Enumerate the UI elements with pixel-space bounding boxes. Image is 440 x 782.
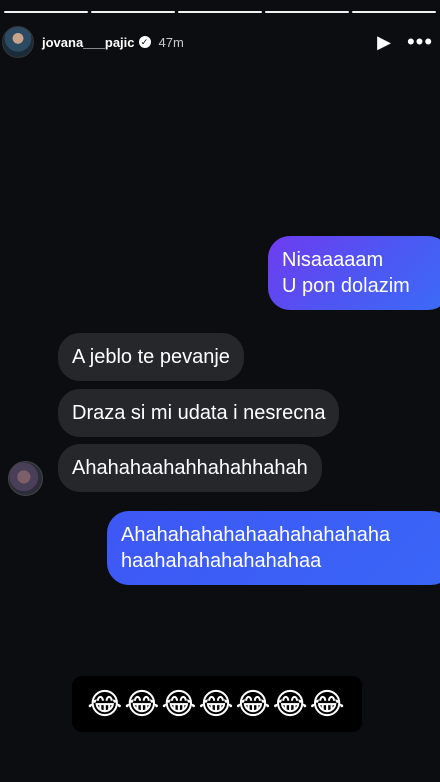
verified-badge-icon: ✓ (138, 36, 151, 48)
story-progress-bar (4, 11, 436, 14)
progress-segment (352, 11, 436, 13)
laughing-emoji-icon: 😂😂😂😂😂😂😂 (87, 687, 347, 721)
emoji-sticker: 😂😂😂😂😂😂😂 (72, 676, 362, 732)
post-time: 47m (158, 34, 184, 50)
progress-segment (91, 11, 175, 13)
username[interactable]: jovana___pajic (42, 35, 135, 50)
sent-message-bubble: Nisaaaaam U pon dolazim (268, 236, 440, 310)
received-message-bubble: A jeblo te pevanje (58, 333, 244, 381)
progress-segment (265, 11, 349, 13)
play-icon[interactable]: ▶ (370, 32, 398, 53)
received-message-bubble: Ahahahaahahhahahhahah (58, 444, 322, 492)
message-text: A jeblo te pevanje (72, 346, 230, 368)
sender-avatar (8, 461, 43, 496)
progress-segment (178, 11, 262, 13)
message-text: Nisaaaaam U pon dolazim (282, 249, 410, 297)
story-header: jovana___pajic ✓ 47m ▶ ••• (2, 26, 434, 58)
profile-avatar[interactable] (2, 26, 34, 58)
received-message-bubble: Draza si mi udata i nesrecna (58, 389, 340, 437)
message-text: Draza si mi udata i nesrecna (72, 402, 326, 424)
more-options-icon[interactable]: ••• (406, 29, 434, 55)
progress-segment (4, 11, 88, 13)
message-text: Ahahahahahahaahahahahaha haahahahahahaha… (121, 524, 391, 572)
sent-message-bubble: Ahahahahahahaahahahahaha haahahahahahaha… (107, 511, 440, 585)
message-text: Ahahahaahahhahahhahah (72, 457, 308, 479)
